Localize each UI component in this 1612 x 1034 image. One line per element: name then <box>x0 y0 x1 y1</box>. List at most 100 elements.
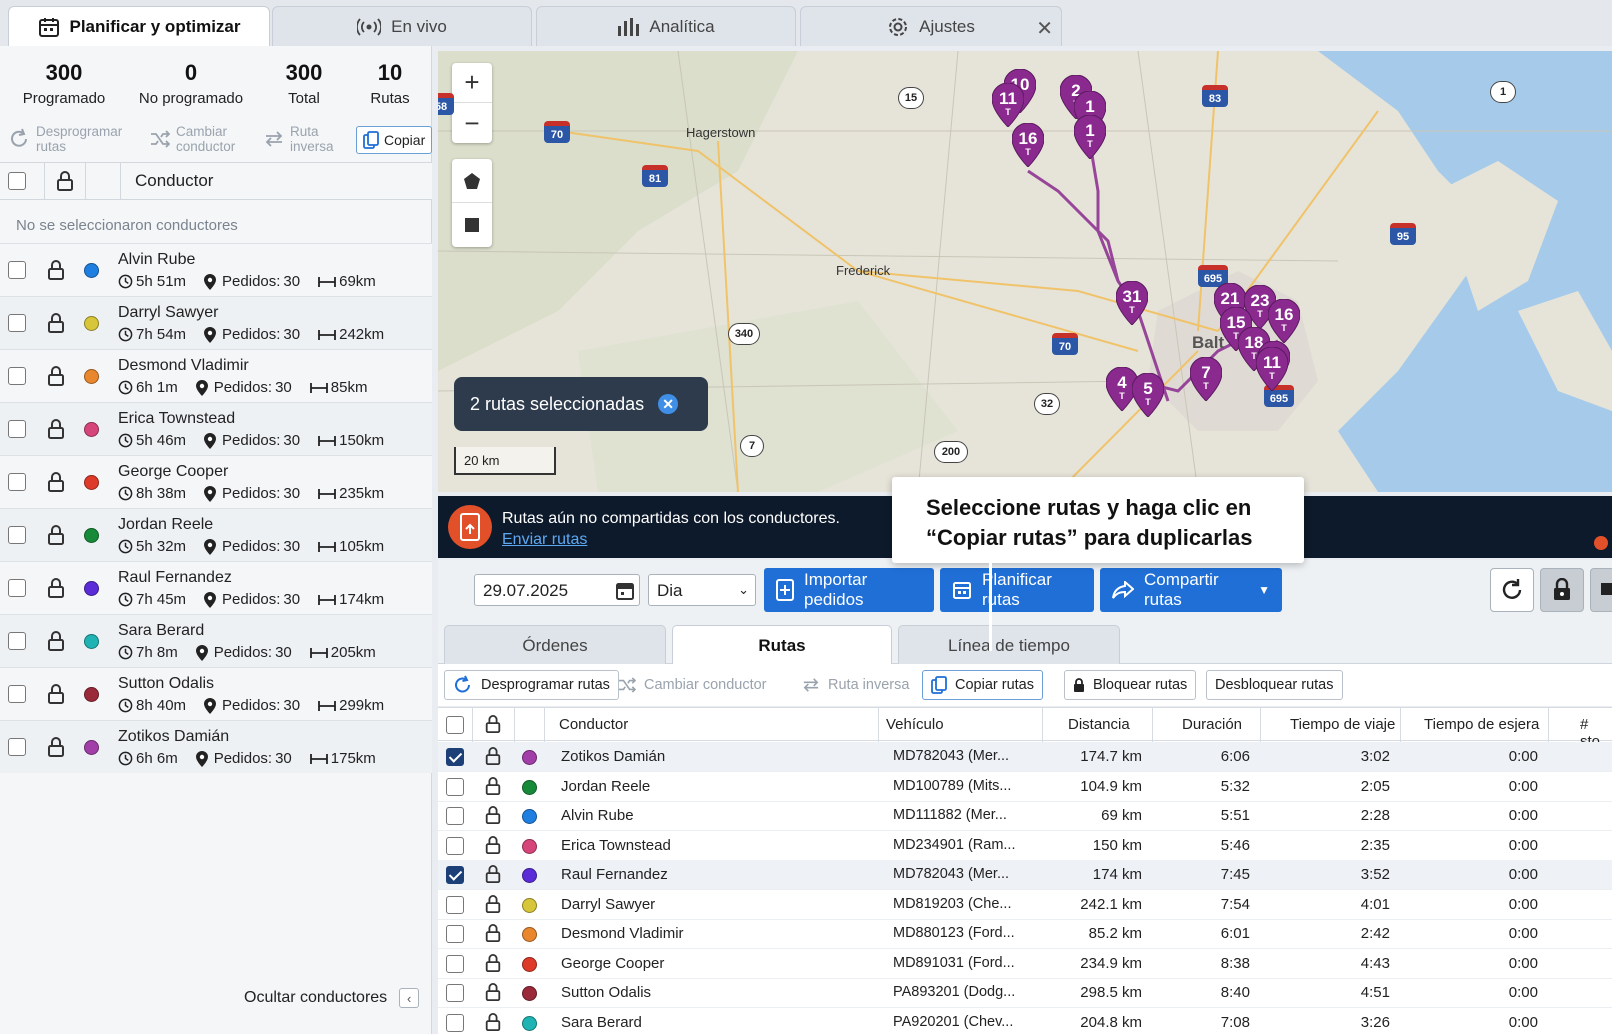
row-checkbox[interactable] <box>446 895 464 914</box>
driver-checkbox[interactable] <box>8 738 26 756</box>
driver-row[interactable]: Zotikos Damián 6h 6m Pedidos: 30 175km <box>0 720 432 773</box>
lock-icon[interactable] <box>484 805 502 825</box>
table-row[interactable]: Alvin Rube MD111882 (Mer... 69 km 5:51 2:28 0… <box>438 801 1612 831</box>
row-checkbox[interactable] <box>446 836 464 855</box>
table-row[interactable]: Erica Townstead MD234901 (Ram... 150 km 5:4… <box>438 831 1612 861</box>
lock-icon[interactable] <box>46 418 66 440</box>
select-all-checkbox[interactable] <box>8 172 26 190</box>
plan-routes-button[interactable]: Planificar rutas <box>940 568 1094 612</box>
date-picker[interactable]: 29.07.2025 <box>474 574 640 606</box>
rectangle-tool-button[interactable] <box>452 203 492 247</box>
driver-row[interactable]: Alvin Rube 5h 51m Pedidos: 30 69km <box>0 243 432 296</box>
table-row[interactable]: Desmond Vladimir MD880123 (Ford... 85.2 km… <box>438 919 1612 949</box>
route-pin[interactable]: 16 T <box>1267 298 1301 344</box>
tab-analytics[interactable]: Analítica <box>536 6 796 46</box>
lock-icon[interactable] <box>484 835 502 855</box>
driver-checkbox[interactable] <box>8 420 26 438</box>
lock-all-button[interactable] <box>1540 568 1584 612</box>
reverse-route-button[interactable]: Ruta inversa <box>264 124 354 154</box>
driver-checkbox[interactable] <box>8 632 26 650</box>
driver-checkbox[interactable] <box>8 314 26 332</box>
driver-checkbox[interactable] <box>8 526 26 544</box>
route-pin[interactable]: 11 T <box>991 82 1025 128</box>
lock-icon[interactable] <box>46 683 66 705</box>
route-pin[interactable]: 31 T <box>1115 280 1149 326</box>
tab-orders[interactable]: Órdenes <box>444 625 666 665</box>
close-icon[interactable]: ✕ <box>1036 16 1053 41</box>
lock-icon[interactable] <box>46 736 66 758</box>
lock-icon[interactable] <box>484 953 502 973</box>
driver-checkbox[interactable] <box>8 685 26 703</box>
route-pin[interactable]: 5T <box>1131 372 1165 418</box>
row-checkbox[interactable] <box>446 984 464 1002</box>
column-header-duration[interactable]: Duración <box>1182 716 1242 733</box>
tab-settings[interactable]: Ajustes ✕ <box>800 6 1062 46</box>
route-pin[interactable]: 11 T <box>1255 346 1289 392</box>
driver-row[interactable]: Sutton Odalis 8h 40m Pedidos: 30 299km <box>0 667 432 720</box>
column-header-distance[interactable]: Distancia <box>1068 716 1130 733</box>
row-checkbox[interactable] <box>446 954 464 973</box>
unlock-routes-button[interactable]: Desbloquear rutas <box>1206 670 1343 700</box>
lock-icon[interactable] <box>46 577 66 599</box>
share-routes-button[interactable]: Compartir rutas ▼ <box>1100 568 1282 612</box>
table-row[interactable]: George Cooper MD891031 (Ford... 234.9 km 8:… <box>438 949 1612 979</box>
row-checkbox[interactable] <box>446 1013 464 1032</box>
lock-routes-button[interactable]: Bloquear rutas <box>1064 670 1197 700</box>
unschedule-routes-button[interactable]: Desprogramar rutas <box>8 124 140 154</box>
route-pin[interactable]: 16 T <box>1011 122 1045 168</box>
send-routes-link[interactable]: Enviar rutas <box>502 531 587 549</box>
table-row[interactable]: Raul Fernandez MD782043 (Mer... 174 km 7:45… <box>438 860 1612 890</box>
lock-icon[interactable] <box>484 923 502 943</box>
lock-icon[interactable] <box>484 776 502 796</box>
row-checkbox[interactable] <box>446 748 464 766</box>
change-driver-button[interactable]: Cambiar conductor <box>610 670 775 700</box>
table-row[interactable]: Jordan Reele MD100789 (Mits... 104.9 km 5:3… <box>438 772 1612 802</box>
driver-row[interactable]: Jordan Reele 5h 32m Pedidos: 30 105km <box>0 508 432 561</box>
row-checkbox[interactable] <box>446 777 464 796</box>
table-row[interactable]: Zotikos Damián MD782043 (Mer... 174.7 km 6:… <box>438 742 1612 772</box>
row-checkbox[interactable] <box>446 807 464 825</box>
unschedule-routes-button[interactable]: Desprogramar rutas <box>444 670 619 700</box>
column-header-driver[interactable]: Conductor <box>559 716 628 733</box>
lock-icon[interactable] <box>46 471 66 493</box>
change-driver-button[interactable]: Cambiar conductor <box>150 124 260 154</box>
driver-row[interactable]: Sara Berard 7h 8m Pedidos: 30 205km <box>0 614 432 667</box>
driver-row[interactable]: Raul Fernandez 7h 45m Pedidos: 30 174km <box>0 561 432 614</box>
tab-plan-optimize[interactable]: Planificar y optimizar <box>8 6 270 47</box>
driver-checkbox[interactable] <box>8 261 26 279</box>
tab-live[interactable]: En vivo <box>272 6 532 46</box>
lock-icon[interactable] <box>46 630 66 652</box>
lock-icon[interactable] <box>484 982 502 1002</box>
zoom-in-button[interactable]: + <box>452 63 492 103</box>
driver-row[interactable]: Erica Townstead 5h 46m Pedidos: 30 150km <box>0 402 432 455</box>
tab-routes[interactable]: Rutas <box>672 625 892 666</box>
lock-icon[interactable] <box>46 312 66 334</box>
driver-column-header[interactable]: Conductor <box>135 171 213 191</box>
copy-routes-button[interactable]: Copiar rutas <box>922 670 1043 700</box>
lock-icon[interactable] <box>46 365 66 387</box>
table-row[interactable]: Sara Berard PA920201 (Chev... 204.8 km 7:08… <box>438 1008 1612 1034</box>
reverse-route-button[interactable]: Ruta inversa <box>794 670 917 700</box>
table-row[interactable]: Darryl Sawyer MD819203 (Che... 242.1 km 7:5… <box>438 890 1612 920</box>
polygon-tool-button[interactable] <box>452 159 492 203</box>
import-orders-button[interactable]: Importar pedidos <box>764 568 934 612</box>
column-header-travel-time[interactable]: Tiempo de viaje <box>1290 716 1395 733</box>
lock-icon[interactable] <box>484 894 502 914</box>
driver-checkbox[interactable] <box>8 367 26 385</box>
column-header-wait-time[interactable]: Tiempo de esjera <box>1424 716 1539 733</box>
calendar-icon[interactable] <box>615 581 635 601</box>
lock-icon[interactable] <box>484 714 502 734</box>
period-select[interactable]: Dia ⌄ <box>648 574 756 606</box>
route-pin[interactable]: 7T <box>1189 356 1223 402</box>
table-row[interactable]: Sutton Odalis PA893201 (Dodg... 298.5 km 8:… <box>438 978 1612 1008</box>
column-header-vehicle[interactable]: Vehículo <box>886 716 944 733</box>
tab-timeline[interactable]: Línea de tiempo <box>898 625 1120 665</box>
route-pin[interactable]: 1T <box>1073 114 1107 160</box>
lock-icon[interactable] <box>46 524 66 546</box>
lock-icon[interactable] <box>55 170 75 192</box>
driver-checkbox[interactable] <box>8 473 26 491</box>
more-button[interactable] <box>1590 568 1612 612</box>
driver-row[interactable]: George Cooper 8h 38m Pedidos: 30 235km <box>0 455 432 508</box>
copy-button[interactable]: Copiar <box>356 126 433 154</box>
lock-icon[interactable] <box>484 864 502 884</box>
